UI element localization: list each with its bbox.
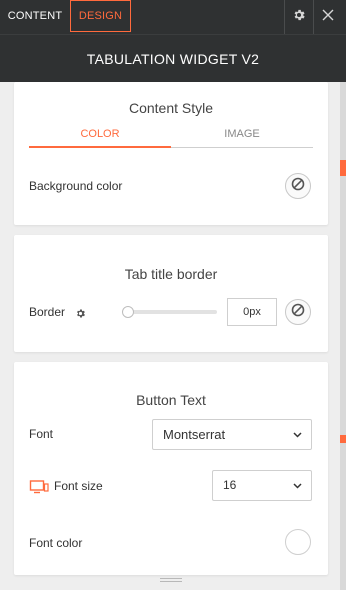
border-slider-track[interactable]	[127, 310, 217, 314]
background-color-reset-button[interactable]	[285, 173, 311, 199]
background-page-strip	[340, 82, 346, 590]
settings-gear-icon[interactable]	[75, 306, 86, 324]
subtab-color[interactable]: COLOR	[29, 126, 171, 148]
background-accent-mark	[340, 435, 346, 443]
chevron-down-icon	[293, 420, 302, 449]
border-reset-button[interactable]	[285, 299, 311, 325]
font-size-select-value: 16	[223, 478, 237, 492]
widget-header: TABULATION WIDGET V2	[0, 34, 346, 82]
font-color-label: Font color	[29, 536, 83, 550]
tab-title-border-card: Tab title border Border 0px	[14, 235, 328, 352]
border-slider-handle[interactable]	[122, 306, 134, 318]
desktop-icon[interactable]	[29, 480, 49, 499]
background-accent-mark	[340, 160, 346, 176]
font-size-label: Font size	[54, 479, 103, 493]
content-style-card: Content Style COLOR IMAGE Background col…	[14, 82, 328, 225]
font-label: Font	[29, 427, 54, 441]
settings-button[interactable]	[284, 0, 312, 34]
tab-design[interactable]: DESIGN	[70, 0, 131, 32]
top-toolbar: CONTENT DESIGN	[0, 0, 346, 34]
no-color-icon	[291, 177, 305, 196]
gear-icon	[292, 8, 306, 27]
content-style-title: Content Style	[128, 100, 214, 116]
button-text-card: Button Text Font Montserrat Font size 16…	[14, 362, 328, 575]
font-select[interactable]: Montserrat	[152, 419, 312, 450]
widget-title: TABULATION WIDGET V2	[86, 51, 260, 67]
tab-content[interactable]: CONTENT	[0, 0, 70, 32]
background-color-label: Background color	[29, 179, 123, 193]
resize-handle-icon[interactable]	[160, 578, 182, 584]
no-color-icon	[291, 303, 305, 322]
tab-title-border-title: Tab title border	[124, 266, 218, 282]
font-color-swatch[interactable]	[285, 529, 311, 555]
subtab-image[interactable]: IMAGE	[171, 126, 313, 148]
border-label: Border	[29, 305, 66, 319]
font-size-select[interactable]: 16	[212, 470, 312, 501]
border-value-input[interactable]: 0px	[227, 298, 277, 326]
close-icon	[322, 8, 334, 26]
close-button[interactable]	[313, 0, 341, 34]
button-text-title: Button Text	[136, 392, 206, 408]
font-select-value: Montserrat	[163, 427, 226, 442]
chevron-down-icon	[293, 471, 302, 500]
